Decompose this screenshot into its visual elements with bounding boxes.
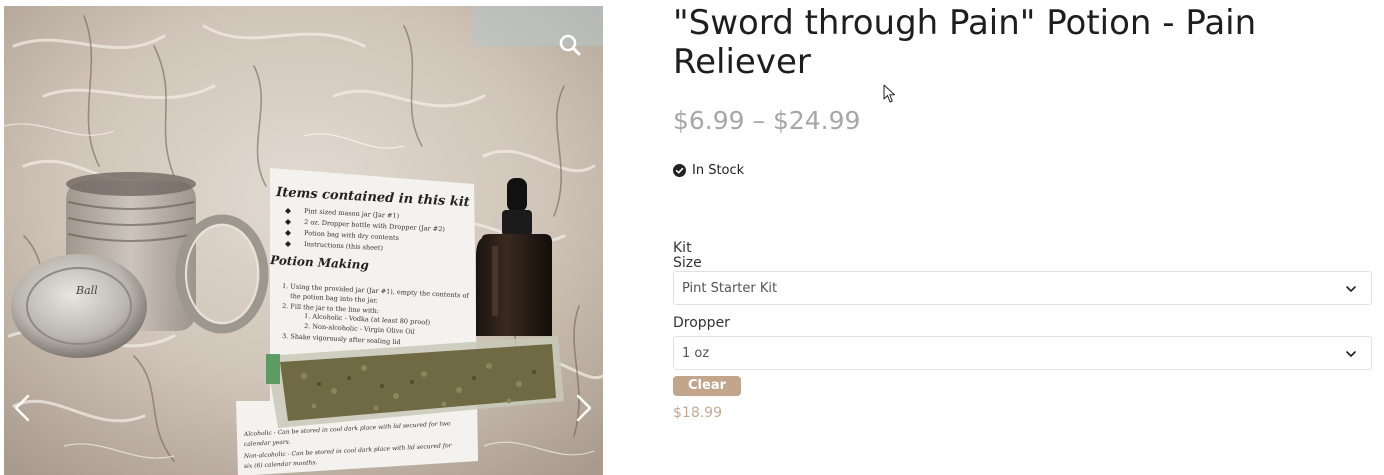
kit-size-label-line: Size bbox=[673, 255, 702, 271]
variation-price: $18.99 bbox=[673, 405, 722, 421]
product-gallery[interactable]: Ball Items contained in this kit Pint si… bbox=[4, 6, 603, 475]
dropper-label: Dropper bbox=[673, 315, 730, 331]
product-page: Ball Items contained in this kit Pint si… bbox=[0, 0, 1384, 475]
instruction-sheet: Items contained in this kit Pint sized m… bbox=[236, 168, 478, 475]
chevron-right-icon bbox=[576, 394, 592, 422]
gallery-prev-button[interactable] bbox=[8, 388, 38, 428]
gallery-next-button[interactable] bbox=[568, 388, 598, 428]
stock-status: In Stock bbox=[673, 160, 744, 180]
kit-size-label-line: Kit bbox=[673, 240, 692, 256]
dropper-select[interactable]: 1 oz bbox=[673, 336, 1372, 370]
product-photo: Ball Items contained in this kit Pint si… bbox=[4, 6, 603, 475]
dropper-selected-value: 1 oz bbox=[682, 346, 710, 361]
chevron-left-icon bbox=[14, 394, 30, 422]
check-circle-icon bbox=[673, 163, 686, 177]
product-title: "Sword through Pain" Potion - Pain Relie… bbox=[673, 3, 1257, 82]
clear-selection-button[interactable]: Clear bbox=[673, 376, 741, 396]
kit-size-label: Kit Size bbox=[673, 241, 702, 271]
zoom-button[interactable] bbox=[552, 28, 590, 66]
chevron-down-icon bbox=[1346, 286, 1356, 292]
lid-brand-text: Ball bbox=[75, 284, 98, 297]
stock-status-text: In Stock bbox=[692, 162, 745, 178]
chevron-down-icon bbox=[1346, 351, 1356, 357]
kit-size-select[interactable]: Pint Starter Kit bbox=[673, 271, 1372, 305]
mouse-cursor-icon bbox=[883, 84, 895, 103]
magnifier-icon bbox=[559, 34, 581, 56]
kit-size-selected-value: Pint Starter Kit bbox=[682, 281, 778, 296]
price-range: $6.99 – $24.99 bbox=[673, 106, 861, 135]
